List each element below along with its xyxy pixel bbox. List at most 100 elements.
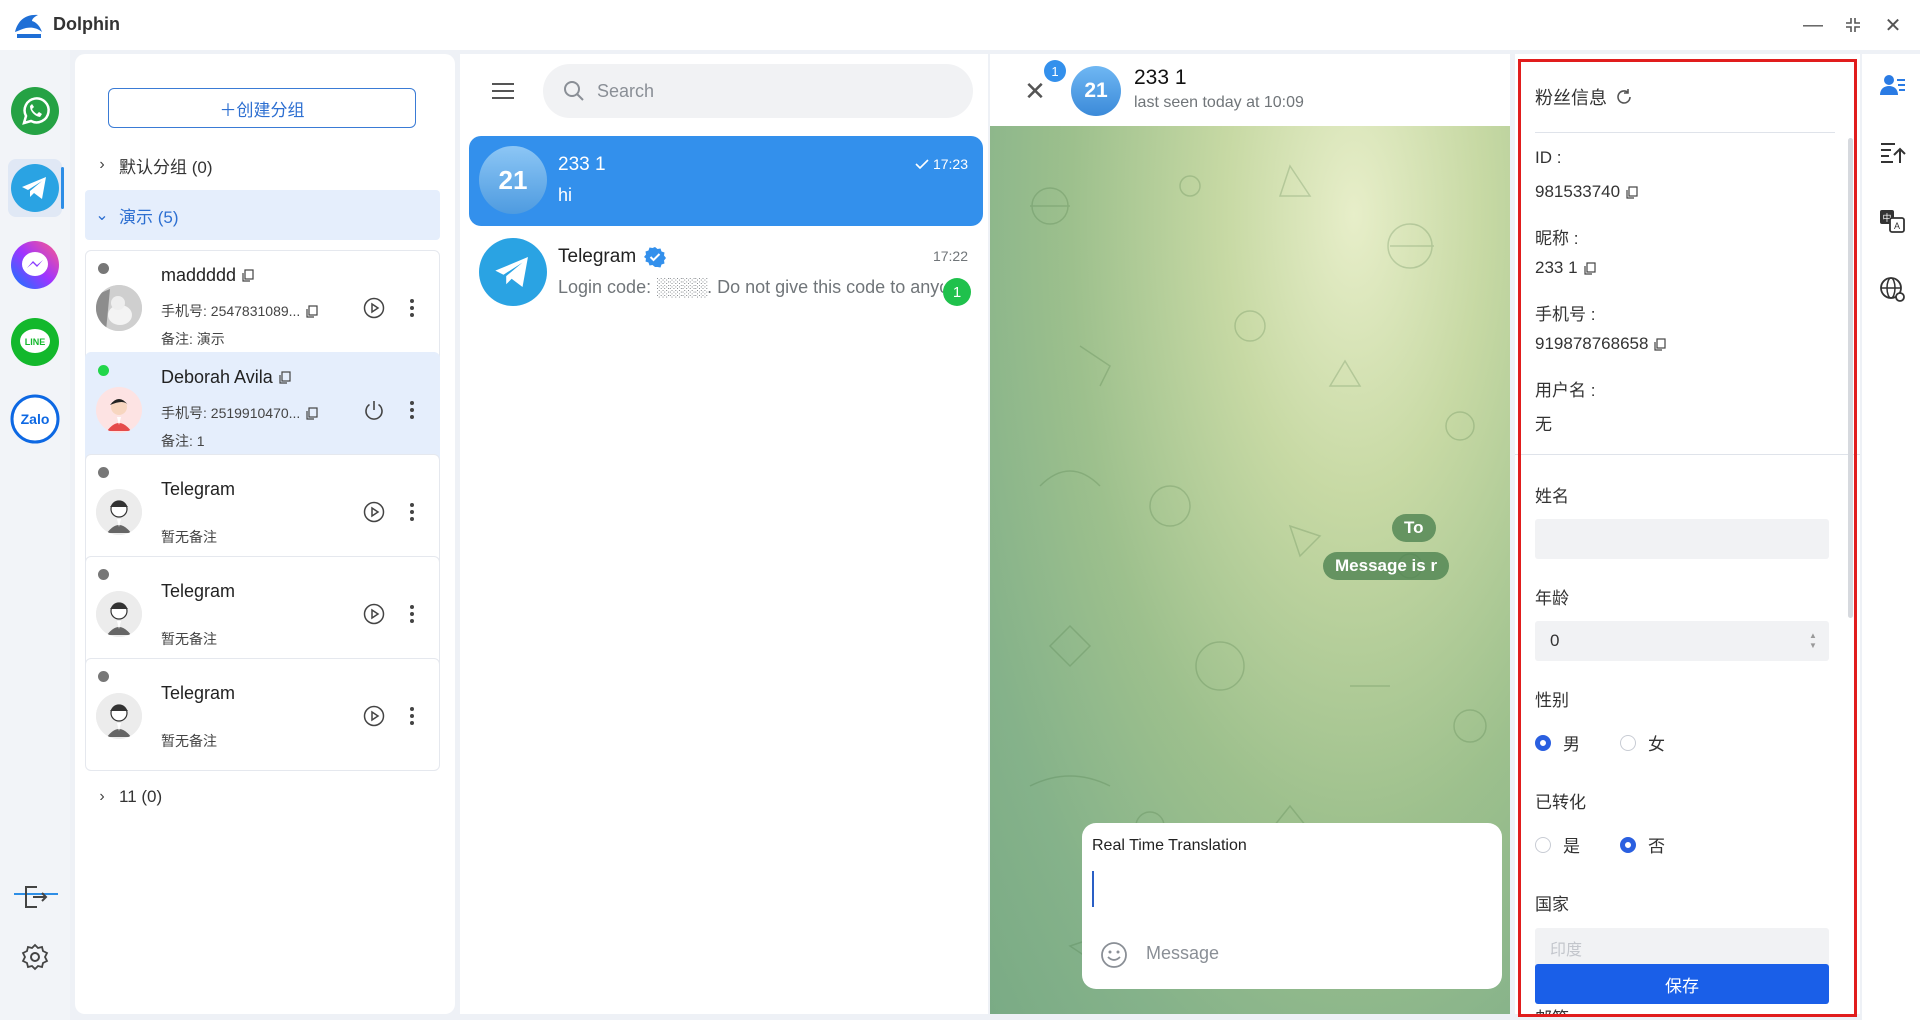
dolphin-logo-icon — [15, 14, 42, 38]
country-label: 国家 — [1535, 895, 1569, 914]
check-icon — [915, 159, 929, 169]
start-button[interactable] — [361, 703, 387, 729]
account-card[interactable]: maddddd 手机号: 2547831089... 备注: 演示 — [85, 250, 440, 363]
save-button[interactable]: 保存 — [1535, 964, 1829, 1004]
account-name: Deborah Avila — [161, 367, 273, 387]
account-phone-row: 手机号: 2547831089... — [161, 301, 318, 321]
start-button[interactable] — [361, 601, 387, 627]
chevron-down-icon: ⌄ — [95, 207, 109, 224]
converted-label: 已转化 — [1535, 793, 1586, 812]
globe-settings-icon — [1880, 277, 1905, 302]
more-button[interactable] — [404, 601, 420, 627]
group-label: 11 (0) — [119, 787, 163, 806]
country-select[interactable]: 印度 — [1535, 928, 1829, 968]
radio-checked[interactable] — [1535, 734, 1551, 751]
radio-unchecked[interactable] — [1620, 734, 1636, 751]
group-label: 演示 (5) — [119, 207, 179, 227]
stepper-down-icon[interactable]: ▼ — [1809, 641, 1817, 651]
account-note: 暂无备注 — [161, 529, 217, 545]
more-vertical-icon — [410, 707, 414, 725]
chat-avatar: 21 — [479, 146, 547, 214]
conversation-name: 233 1 — [1134, 66, 1187, 89]
whatsapp-icon — [11, 87, 59, 135]
account-card[interactable]: Telegram 暂无备注 — [85, 658, 440, 771]
close-chat-button[interactable]: ✕ — [1022, 76, 1048, 106]
account-card[interactable]: Deborah Avila 手机号: 2519910470... 备注: 1 — [85, 352, 440, 465]
proxy-tool[interactable] — [1877, 274, 1907, 304]
scrollbar[interactable] — [1848, 138, 1853, 618]
converted-radio-group: 是 否 — [1535, 832, 1705, 857]
copy-icon[interactable] — [1626, 185, 1638, 199]
copy-icon[interactable] — [279, 371, 291, 384]
chat-time: 17:23 — [932, 156, 968, 172]
surname-input[interactable] — [1535, 519, 1829, 559]
emoji-icon[interactable] — [1100, 941, 1128, 969]
start-button[interactable] — [361, 499, 387, 525]
copy-icon[interactable] — [1583, 261, 1596, 275]
create-group-button[interactable]: ＋创建分组 — [108, 88, 416, 128]
copy-icon[interactable] — [306, 406, 318, 420]
account-name: Telegram — [161, 581, 236, 601]
gender-label: 性别 — [1535, 691, 1569, 710]
minimize-button[interactable]: — — [1800, 12, 1826, 38]
status-dot — [98, 365, 109, 376]
status-dot — [98, 467, 109, 478]
groups-panel: ＋创建分组 › 默认分组 (0) ⌄ 演示 (5) maddddd 手机号: 2… — [75, 54, 455, 1014]
more-button[interactable] — [404, 499, 420, 525]
age-input[interactable] — [1535, 621, 1829, 661]
rail-item-messenger[interactable] — [8, 236, 62, 294]
fan-info-tool[interactable] — [1877, 70, 1907, 100]
last-seen: last seen today at 10:09 — [1134, 94, 1304, 111]
age-stepper[interactable]: ▲ ▼ — [1805, 626, 1821, 656]
group-11[interactable]: › 11 (0) — [85, 772, 440, 822]
more-button[interactable] — [404, 703, 420, 729]
radio-label: 女 — [1648, 735, 1665, 754]
chevron-right-icon: › — [99, 156, 105, 173]
copy-icon[interactable] — [1654, 337, 1667, 351]
copy-icon[interactable] — [306, 304, 318, 318]
surname-label: 姓名 — [1535, 487, 1569, 506]
account-phone: 手机号: 2547831089... — [161, 303, 301, 319]
conversation-avatar: 21 — [1071, 66, 1121, 116]
search-input[interactable] — [597, 80, 957, 102]
group-demo[interactable]: ⌄ 演示 (5) — [85, 190, 440, 240]
gender-option-female[interactable]: 女 — [1620, 730, 1665, 755]
translation-input[interactable] — [1092, 871, 1094, 907]
chat-title: Telegram — [558, 246, 637, 267]
quick-reply-tool[interactable] — [1877, 138, 1907, 168]
account-card[interactable]: Telegram 暂无备注 — [85, 556, 440, 669]
message-input[interactable]: Message — [1146, 943, 1219, 964]
converted-option-no[interactable]: 否 — [1620, 832, 1665, 857]
nickname-value: 233 1 — [1535, 258, 1578, 277]
refresh-icon[interactable] — [1615, 88, 1633, 106]
radio-unchecked[interactable] — [1535, 836, 1551, 853]
gender-option-male[interactable]: 男 — [1535, 730, 1580, 755]
more-button[interactable] — [404, 397, 420, 423]
unread-count-badge: 1 — [1044, 60, 1066, 82]
radio-checked[interactable] — [1620, 836, 1636, 853]
search-bar[interactable] — [543, 64, 973, 118]
close-window-button[interactable]: ✕ — [1880, 12, 1906, 38]
restore-button[interactable] — [1840, 12, 1866, 38]
translate-tool[interactable]: 中A — [1877, 206, 1907, 236]
power-button[interactable] — [361, 397, 387, 423]
right-toolbar: 中A — [1862, 54, 1920, 1020]
chat-avatar — [479, 238, 547, 306]
compose-box: Real Time Translation Message — [1082, 823, 1502, 989]
account-card[interactable]: Telegram 暂无备注 — [85, 454, 440, 567]
stepper-up-icon[interactable]: ▲ — [1809, 631, 1817, 641]
logout-button[interactable] — [18, 880, 52, 914]
menu-button[interactable] — [488, 76, 518, 106]
copy-icon[interactable] — [242, 269, 254, 282]
rail-item-line[interactable]: LINE — [8, 313, 62, 371]
rail-item-whatsapp[interactable] — [8, 82, 62, 140]
converted-option-yes[interactable]: 是 — [1535, 832, 1580, 857]
start-button[interactable] — [361, 295, 387, 321]
rail-item-telegram[interactable] — [8, 159, 64, 217]
chat-item[interactable]: Telegram Login code: ░░░░. Do not give t… — [469, 228, 983, 318]
group-default[interactable]: › 默认分组 (0) — [85, 140, 440, 190]
settings-button[interactable] — [18, 940, 52, 974]
rail-item-zalo[interactable]: Zalo — [8, 390, 62, 448]
more-button[interactable] — [404, 295, 420, 321]
chat-item[interactable]: 21 233 1 hi 17:23 — [469, 136, 983, 226]
